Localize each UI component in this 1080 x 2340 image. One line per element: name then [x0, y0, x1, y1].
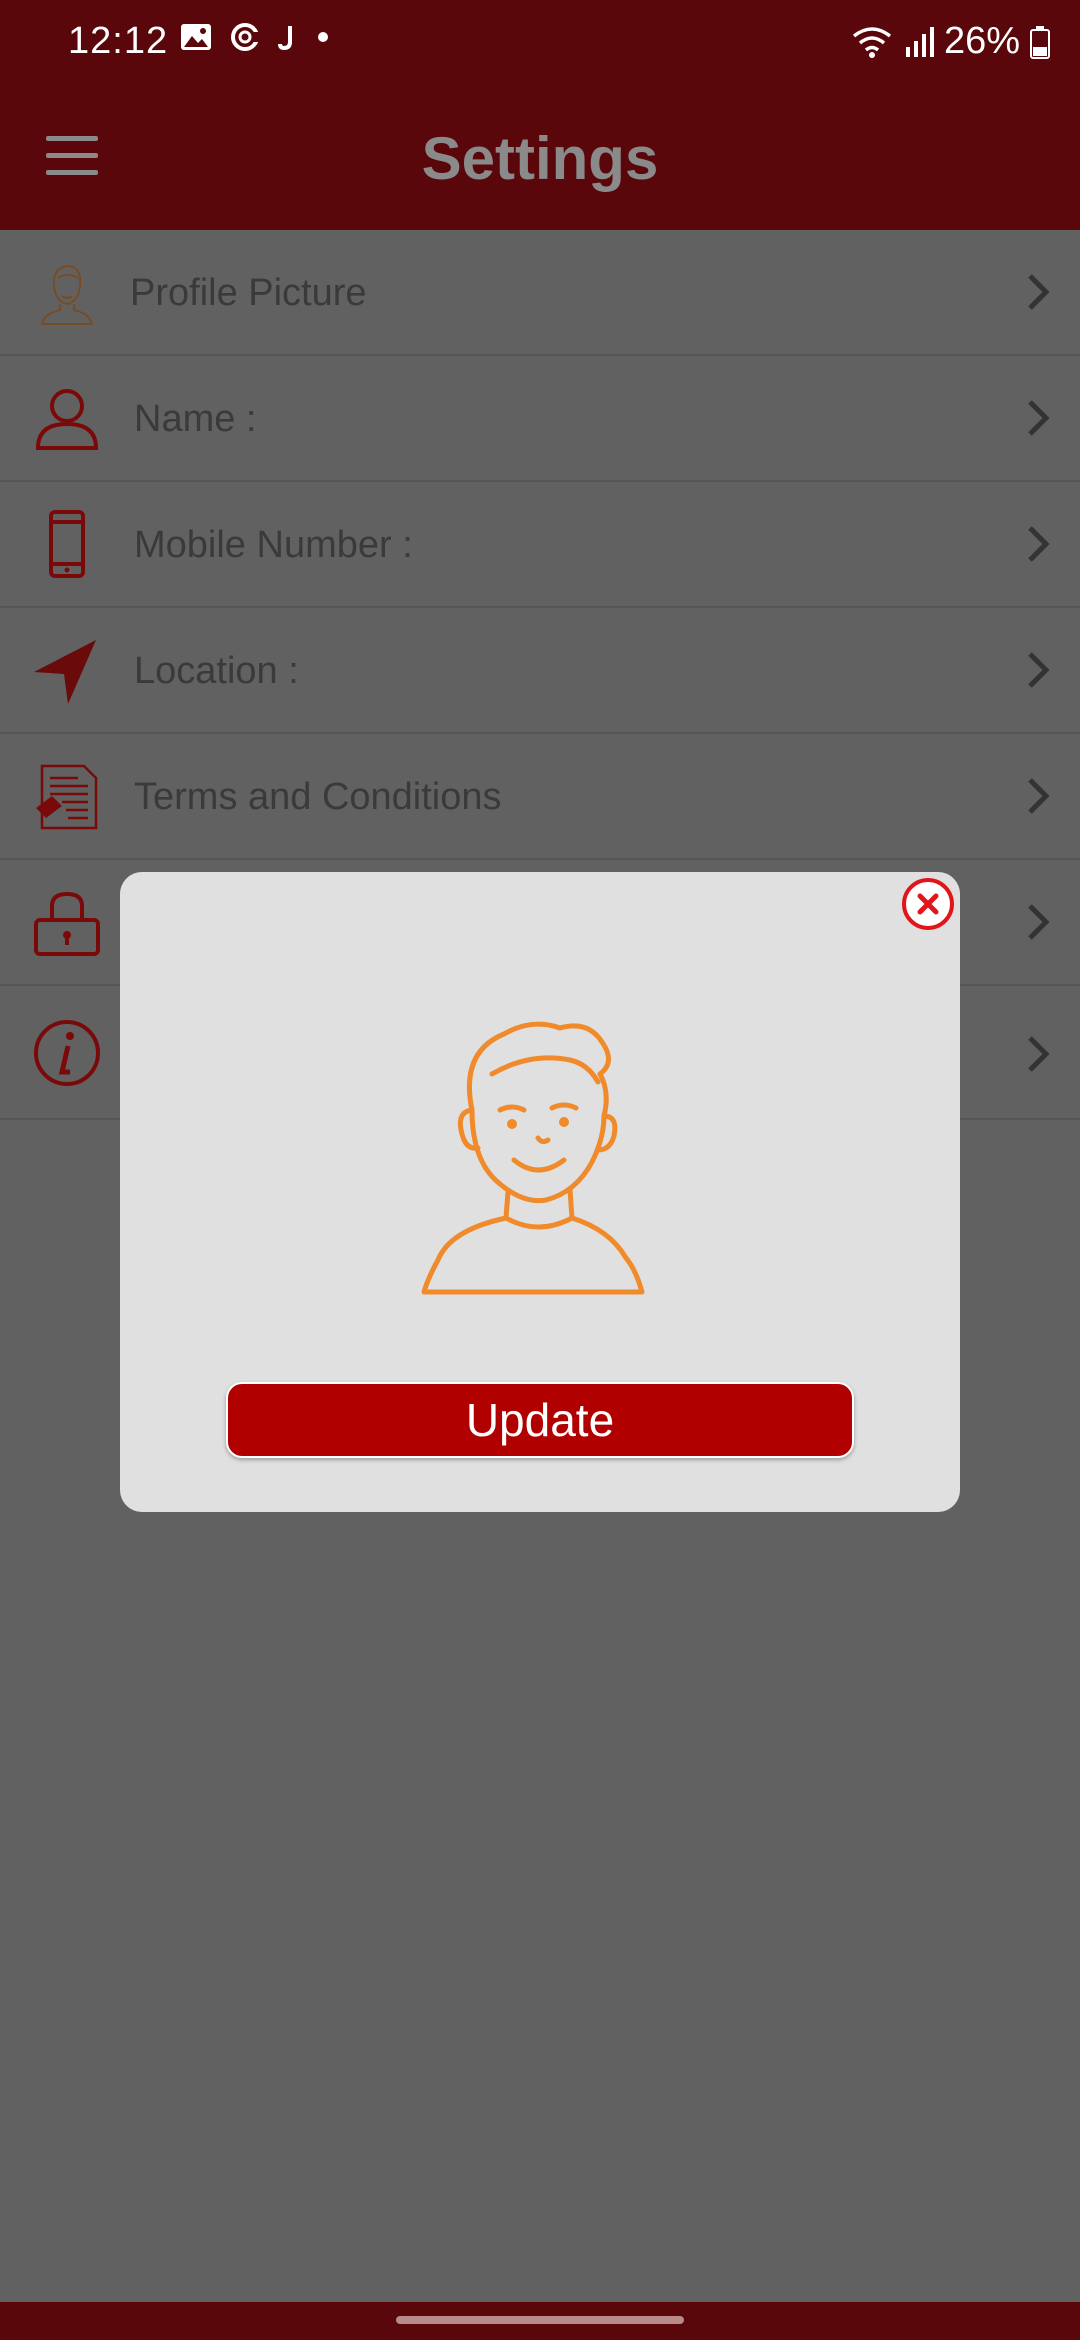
location-arrow-icon [34, 640, 96, 704]
battery-icon [1030, 25, 1050, 59]
settings-item-name[interactable]: Name : [0, 356, 1080, 482]
avatar-illustration-icon [421, 1021, 645, 1295]
chevron-right-icon [1028, 778, 1050, 814]
signal-icon [905, 26, 934, 57]
chevron-right-icon [1028, 904, 1050, 940]
j-icon [278, 26, 292, 51]
app-bar: Settings [0, 84, 1080, 230]
page-title: Settings [421, 125, 659, 192]
wifi-icon [852, 26, 892, 58]
chevron-right-icon [1028, 1036, 1050, 1072]
info-icon [34, 1020, 100, 1086]
lock-icon [34, 891, 100, 956]
system-nav-bar [0, 2302, 1080, 2340]
person-icon [35, 389, 99, 450]
profile-picture-dialog: Update [120, 872, 960, 1512]
dot-icon [318, 32, 328, 42]
settings-item-label: Profile Picture [130, 272, 367, 314]
home-indicator[interactable] [396, 2316, 684, 2324]
chevron-right-icon [1028, 526, 1050, 562]
gallery-icon [181, 24, 211, 50]
settings-item-label: Location : [134, 650, 299, 692]
settings-item-label: Terms and Conditions [134, 776, 502, 818]
settings-item-label: Name : [134, 398, 257, 440]
status-time: 12:12 [68, 20, 169, 62]
settings-item-label: Mobile Number : [134, 524, 413, 566]
settings-item-location[interactable]: Location : [0, 608, 1080, 734]
settings-item-profile-picture[interactable]: Profile Picture [0, 230, 1080, 356]
chevron-right-icon [1028, 400, 1050, 436]
mobile-phone-icon [49, 510, 85, 578]
profile-avatar-icon [40, 265, 94, 325]
c-icon [231, 23, 260, 51]
status-left-icons [180, 22, 330, 52]
chevron-right-icon [1028, 652, 1050, 688]
status-right-icons: 26% [850, 20, 1050, 63]
document-icon [36, 764, 98, 830]
settings-item-terms[interactable]: Terms and Conditions [0, 734, 1080, 860]
update-button[interactable]: Update [226, 1382, 854, 1458]
chevron-right-icon [1028, 274, 1050, 310]
status-bar: 12:12 26% [0, 0, 1080, 84]
settings-item-mobile-number[interactable]: Mobile Number : [0, 482, 1080, 608]
battery-percent: 26% [943, 20, 1020, 62]
close-circle-icon[interactable] [900, 876, 956, 932]
